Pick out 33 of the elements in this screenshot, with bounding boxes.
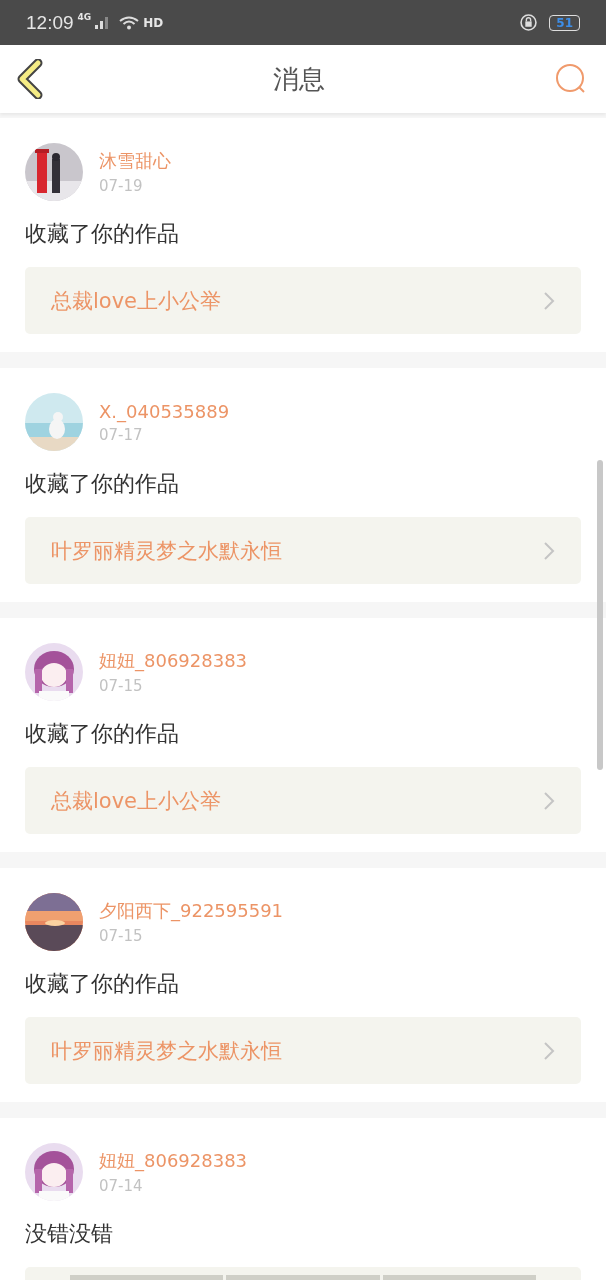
chevron-right-icon [543,1040,555,1061]
message-text: 收藏了你的作品 [25,470,180,498]
back-icon [16,59,44,99]
clock-text: 12:09 [26,11,74,34]
message-text: 收藏了你的作品 [25,220,180,248]
work-link[interactable]: 总裁love上小公举 [25,267,581,334]
message-text: 收藏了你的作品 [25,970,180,998]
message-date: 07-15 [99,927,143,945]
user-name[interactable]: X._040535889 [99,400,230,422]
work-link[interactable]: 叶罗丽精灵梦之水默永恒 [25,1017,581,1084]
message-text: 没错没错 [25,1220,114,1248]
message-date: 07-17 [99,425,143,444]
page-title: 消息 [273,62,325,96]
chevron-right-icon [543,790,555,811]
chevron-right-icon [543,540,555,561]
message-date: 07-19 [99,177,143,195]
message-date: 07-14 [99,1177,143,1195]
user-name[interactable]: 妞妞_806928383 [99,1149,248,1173]
back-button[interactable] [16,59,44,99]
lock-rotation-icon [520,14,538,31]
work-link[interactable]: 总裁love上小公举 [25,767,581,834]
user-name[interactable]: 夕阳西下_922595591 [99,899,284,923]
wifi-icon [119,15,140,30]
battery-level: 51 [549,14,580,31]
chevron-right-icon [543,290,555,311]
work-link[interactable]: 叶罗丽精灵梦之水默永恒 [25,517,581,584]
hd-text: HD [143,15,164,30]
network-text: 4G [77,12,92,22]
user-name[interactable]: 沐雪甜心 [99,149,171,173]
message-text: 收藏了你的作品 [25,720,180,748]
user-name[interactable]: 妞妞_806928383 [99,649,248,673]
message-date: 07-15 [99,677,143,695]
signal-icon [95,15,110,30]
